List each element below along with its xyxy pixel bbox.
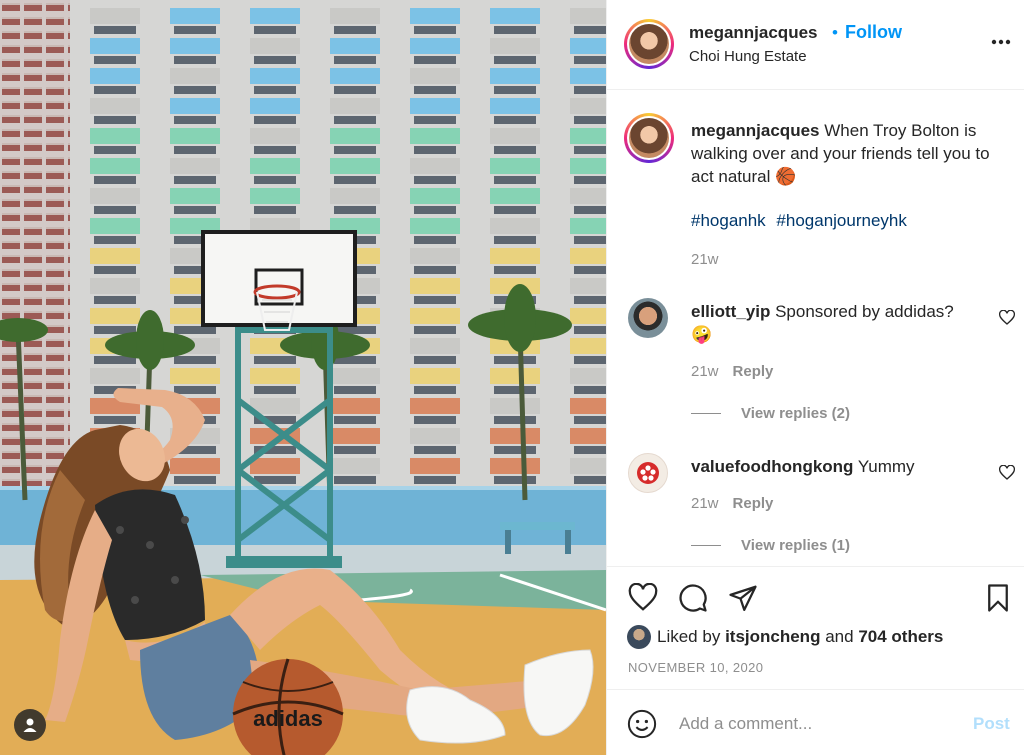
- separator-dot: •: [832, 23, 838, 42]
- post-actions: Liked by itsjoncheng and 704 others NOVE…: [607, 566, 1024, 688]
- ball-brand-logo: adidas: [253, 706, 323, 731]
- comment-meta: 21w Reply: [691, 363, 773, 380]
- comment-text: elliott_yip Sponsored by addidas? 🤪: [691, 300, 991, 346]
- hashtag-link[interactable]: #hoganjourneyhk: [776, 211, 906, 230]
- caption-username[interactable]: megannjacques: [691, 121, 820, 140]
- comment-username[interactable]: elliott_yip: [691, 302, 770, 321]
- add-comment-input[interactable]: [679, 711, 949, 737]
- reply-button[interactable]: Reply: [733, 495, 774, 512]
- comment-age[interactable]: 21w: [691, 363, 719, 380]
- author-avatar[interactable]: [624, 19, 674, 69]
- basketball-emoji: 🏀: [775, 167, 797, 186]
- view-replies-label: View replies (2): [741, 405, 850, 422]
- author-username[interactable]: megannjacques: [689, 23, 818, 43]
- post-date[interactable]: NOVEMBER 10, 2020: [628, 660, 763, 675]
- replies-divider-line: [691, 413, 721, 414]
- caption-text: megannjacques When Troy Bolton is walkin…: [691, 119, 1011, 188]
- comment-text: valuefoodhongkong Yummy: [691, 455, 991, 478]
- post-side-panel: megannjacques • Follow Choi Hung Estate …: [606, 0, 1024, 755]
- post-photo[interactable]: adidas: [0, 0, 606, 755]
- save-bookmark-icon[interactable]: [983, 583, 1013, 613]
- liked-by-prefix: Liked by: [657, 627, 721, 646]
- photo-illustration: adidas: [0, 0, 606, 755]
- comment-meta: 21w Reply: [691, 495, 773, 512]
- comment-age[interactable]: 21w: [691, 495, 719, 512]
- post-header: megannjacques • Follow Choi Hung Estate: [607, 0, 1024, 90]
- caption-hashtags: #hoganhk #hoganjourneyhk: [691, 211, 913, 231]
- commenter-avatar[interactable]: [628, 298, 668, 338]
- liked-by-others[interactable]: 704 others: [858, 627, 943, 647]
- like-comment-icon[interactable]: [999, 465, 1015, 481]
- post-location[interactable]: Choi Hung Estate: [689, 48, 807, 65]
- like-heart-icon[interactable]: [628, 583, 658, 613]
- like-comment-icon[interactable]: [999, 310, 1015, 326]
- comments-list[interactable]: megannjacques When Troy Bolton is walkin…: [607, 91, 1024, 565]
- comment-body: Yummy: [857, 457, 915, 476]
- commenter-avatar[interactable]: [628, 453, 668, 493]
- comment-body: Sponsored by addidas?: [775, 302, 954, 321]
- zany-face-emoji: 🤪: [691, 325, 713, 344]
- hashtag-link[interactable]: #hoganhk: [691, 211, 766, 230]
- post-comment-button[interactable]: Post: [973, 714, 1010, 734]
- liked-by-and: and: [825, 627, 854, 646]
- person-icon: [23, 718, 37, 732]
- caption-avatar[interactable]: [624, 113, 674, 163]
- view-replies-label: View replies (1): [741, 537, 850, 554]
- view-replies-button[interactable]: View replies (1): [691, 537, 850, 554]
- reply-button[interactable]: Reply: [733, 363, 774, 380]
- view-replies-button[interactable]: View replies (2): [691, 405, 850, 422]
- follow-button[interactable]: Follow: [845, 22, 902, 43]
- liked-by-summary: Liked by itsjoncheng and 704 others: [627, 625, 943, 649]
- user-tag-button[interactable]: [14, 709, 46, 741]
- add-comment-bar: Post: [607, 689, 1024, 755]
- bauhinia-logo-icon: [637, 462, 659, 484]
- replies-divider-line: [691, 545, 721, 546]
- caption-age[interactable]: 21w: [691, 251, 719, 268]
- liked-by-user[interactable]: itsjoncheng: [725, 627, 820, 647]
- comment-bubble-icon[interactable]: [678, 583, 708, 613]
- emoji-picker-icon[interactable]: [627, 709, 657, 739]
- liker-avatar[interactable]: [627, 625, 651, 649]
- share-paper-plane-icon[interactable]: [728, 583, 758, 613]
- comment-username[interactable]: valuefoodhongkong: [691, 457, 853, 476]
- more-options-icon[interactable]: [989, 30, 1013, 54]
